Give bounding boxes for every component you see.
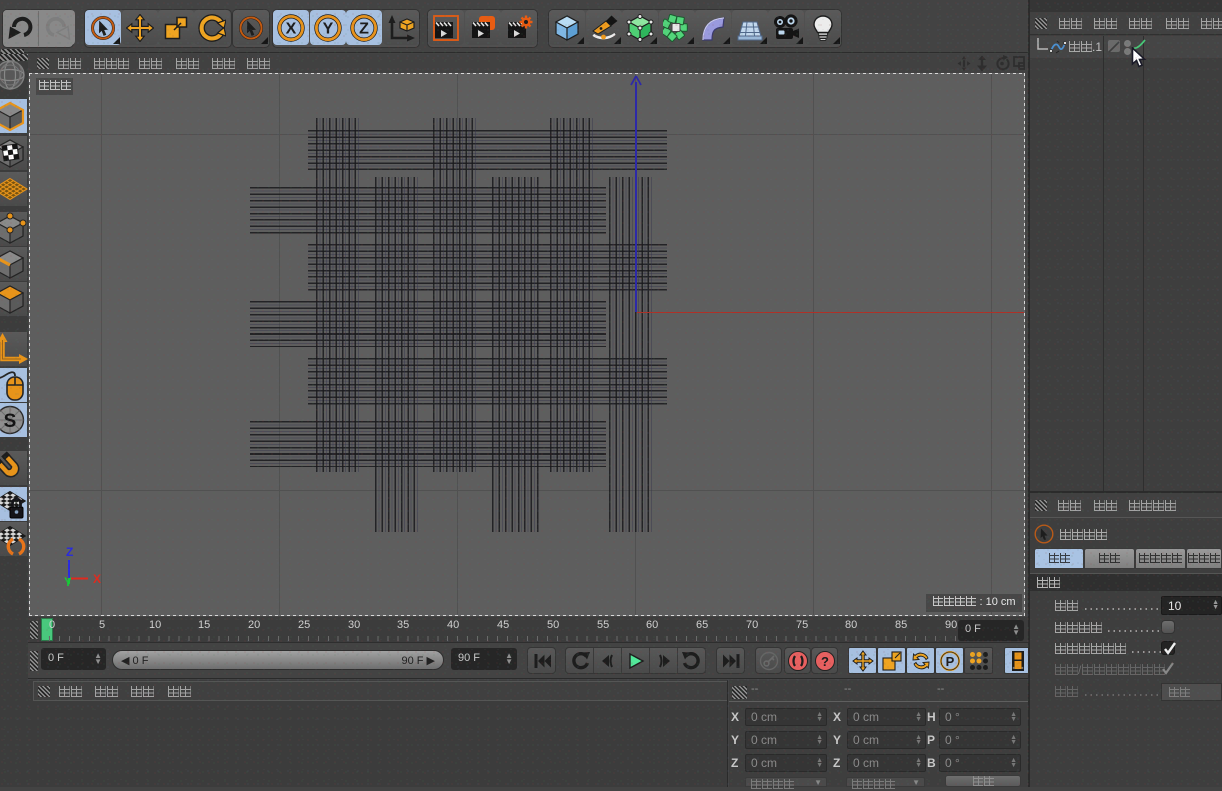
- svg-text:X: X: [93, 572, 101, 586]
- svg-text:Z: Z: [359, 20, 369, 37]
- svg-text:S: S: [4, 411, 17, 432]
- svg-text:X: X: [286, 20, 297, 37]
- svg-text:P: P: [945, 654, 954, 669]
- svg-text:Z: Z: [66, 545, 73, 559]
- svg-text:Y: Y: [64, 575, 72, 589]
- svg-text:?: ?: [821, 654, 829, 669]
- svg-text:Y: Y: [323, 20, 334, 37]
